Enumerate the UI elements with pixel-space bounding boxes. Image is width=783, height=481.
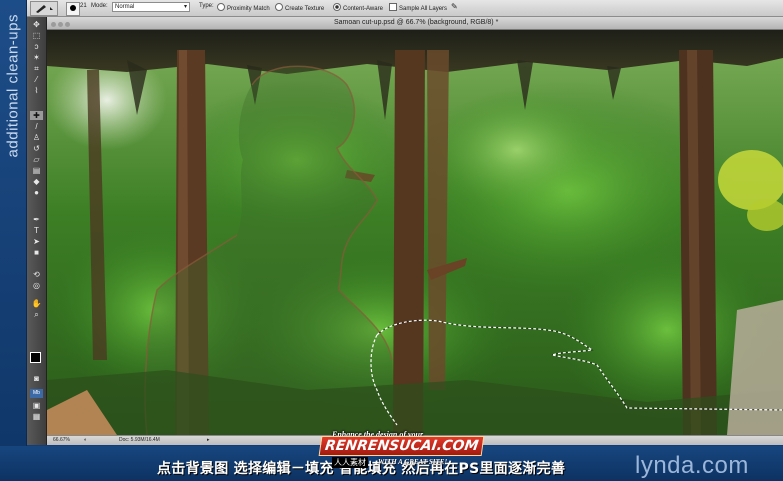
side-caption: additional clean-ups <box>4 14 22 158</box>
brush-tool-icon[interactable]: / <box>30 122 43 131</box>
gradient-tool-icon[interactable]: ▤ <box>30 166 43 175</box>
eraser-tool-icon[interactable]: ▱ <box>30 155 43 164</box>
zoom-tool-icon[interactable]: ⌕ <box>30 310 43 319</box>
radio-selected-icon <box>333 3 341 11</box>
3d-rotate-tool-icon[interactable]: ⟲ <box>30 270 43 279</box>
pressure-icon[interactable]: ✎ <box>451 2 458 11</box>
brush-preset-icon <box>36 5 53 13</box>
foreground-color-swatch[interactable] <box>30 352 41 363</box>
mode-select-value: Normal <box>115 4 135 10</box>
shape-tool-icon[interactable]: ■ <box>30 248 43 257</box>
proximity-match-label: Proximity Match <box>227 6 270 12</box>
type-label: Type: <box>199 3 214 9</box>
content-aware-label: Content-Aware <box>343 6 383 12</box>
mode-select[interactable]: Normal ▾ <box>112 2 190 12</box>
ruler-tool-icon[interactable]: ⌇ <box>30 86 43 95</box>
brand-logo: lynda.com <box>635 452 749 479</box>
create-texture-radio[interactable]: Create Texture <box>275 3 324 12</box>
status-info-icon[interactable]: ◐ <box>84 437 87 443</box>
hand-tool-icon[interactable]: ✋ <box>30 299 43 308</box>
history-brush-tool-icon[interactable]: ↺ <box>30 144 43 153</box>
watermark: Enhance the design of your RENRENSUCAI.C… <box>316 428 485 474</box>
sample-all-layers-label: Sample All Layers <box>399 6 448 12</box>
checkbox-icon <box>389 3 397 11</box>
watermark-sub-left: 人人素材 <box>332 457 368 468</box>
dodge-tool-icon[interactable]: ● <box>30 188 43 197</box>
tool-preset-picker[interactable] <box>30 1 58 16</box>
clone-stamp-tool-icon[interactable]: ♙ <box>30 133 43 142</box>
sample-all-layers-checkbox[interactable]: Sample All Layers <box>389 3 447 12</box>
tools-panel: ✥ ⬚ ↄ ✶ ⌗ ⁄ ⌇ ✚ / ♙ ↺ ▱ ▤ ◆ ● ✒ T ➤ ■ ⟲ … <box>27 17 47 445</box>
crop-tool-icon[interactable]: ⌗ <box>30 64 43 73</box>
spot-healing-tool-icon[interactable]: ✚ <box>30 111 43 120</box>
proximity-match-radio[interactable]: Proximity Match <box>217 3 270 12</box>
zoom-icon[interactable] <box>65 22 70 27</box>
zoom-level[interactable]: 66.67% <box>53 437 70 443</box>
document-tab[interactable]: Samoan cut-up.psd @ 66.7% (background, R… <box>47 17 783 30</box>
layers-icon[interactable]: ▦ <box>30 412 43 421</box>
marquee-tool-icon[interactable]: ⬚ <box>30 31 43 40</box>
chevron-down-icon: ▾ <box>183 4 187 10</box>
mini-bridge-icon[interactable]: Mb <box>30 389 43 398</box>
3d-orbit-tool-icon[interactable]: ◎ <box>30 281 43 290</box>
close-icon[interactable] <box>51 22 56 27</box>
watermark-sub-right: WITH A GREAT SITE! <box>378 458 448 466</box>
pen-tool-icon[interactable]: ✒ <box>30 215 43 224</box>
blur-tool-icon[interactable]: ◆ <box>30 177 43 186</box>
path-selection-tool-icon[interactable]: ➤ <box>30 237 43 246</box>
options-bar: 21 Mode: Normal ▾ Type: Proximity Match … <box>27 0 783 17</box>
image-canvas[interactable] <box>47 30 783 435</box>
quick-selection-tool-icon[interactable]: ✶ <box>30 53 43 62</box>
brush-size-value: 21 <box>80 3 87 9</box>
quick-mask-icon[interactable]: ◙ <box>30 374 43 383</box>
brush-size-picker[interactable] <box>66 2 80 16</box>
canvas-photo <box>47 30 783 435</box>
document-size: Doc: 5.93M/16.4M <box>119 437 160 443</box>
watermark-main: RENRENSUCAI.COM <box>318 436 485 456</box>
document-title: Samoan cut-up.psd @ 66.7% (background, R… <box>334 19 499 26</box>
status-menu-icon[interactable]: ▸ <box>207 437 210 443</box>
lasso-tool-icon[interactable]: ↄ <box>30 42 43 51</box>
mode-label: Mode: <box>91 3 108 9</box>
eyedropper-tool-icon[interactable]: ⁄ <box>30 75 43 84</box>
content-aware-radio[interactable]: Content-Aware <box>333 3 383 12</box>
radio-icon <box>217 3 225 11</box>
move-tool-icon[interactable]: ✥ <box>30 20 43 29</box>
minimize-icon[interactable] <box>58 22 63 27</box>
create-texture-label: Create Texture <box>285 6 325 12</box>
radio-icon <box>275 3 283 11</box>
screen-mode-icon[interactable]: ▣ <box>30 401 43 410</box>
type-tool-icon[interactable]: T <box>30 226 43 235</box>
side-strip: additional clean-ups <box>0 0 27 481</box>
